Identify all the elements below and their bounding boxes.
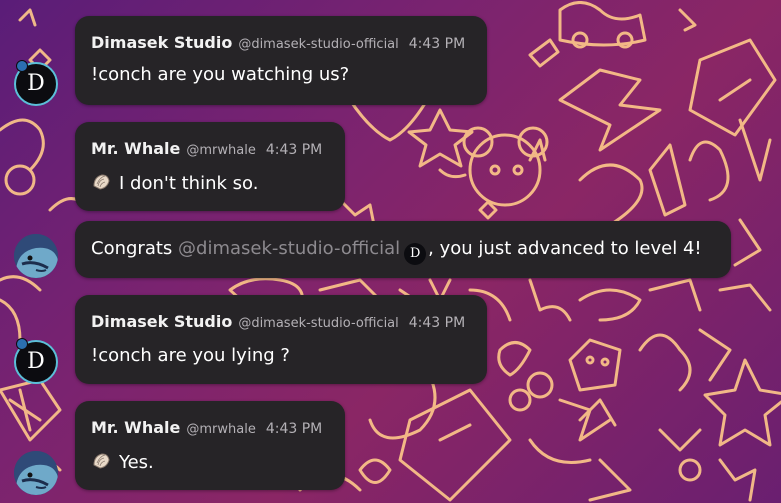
author-name[interactable]: Dimasek Studio [91,33,232,52]
avatar[interactable] [14,234,58,278]
author-handle: @dimasek-studio-official [238,316,399,331]
author-name[interactable]: Mr. Whale [91,418,180,437]
message-text-row: I don't think so. [91,172,258,195]
whale-avatar-icon [14,451,58,495]
message-header: Mr. Whale @mrwhale 4:43 PM [91,141,322,159]
author-handle: @dimasek-studio-official [238,37,399,52]
author-name[interactable]: Mr. Whale [91,139,180,158]
author-handle: @mrwhale [186,422,256,437]
status-badge [16,60,28,72]
mention-avatar: D [404,243,427,265]
message-bubble[interactable]: Dimasek Studio @dimasek-studio-official 4:… [75,16,487,105]
message-header: Mr. Whale @mrwhale 4:43 PM [91,420,322,438]
timestamp: 4:43 PM [408,315,466,331]
message-text: Congrats [91,238,179,259]
message-text: Yes. [119,452,154,473]
message-header: Dimasek Studio @dimasek-studio-official 4:… [91,35,465,53]
message-bubble[interactable]: Mr. Whale @mrwhale 4:43 PM Yes. [75,401,345,490]
message-text: , you just advanced to level 4! [428,238,702,259]
avatar[interactable] [14,451,58,495]
message-text-row: Yes. [91,451,154,474]
message-text: !conch are you watching us? [91,64,350,85]
timestamp: 4:43 PM [265,142,323,158]
conch-shell-icon [93,453,110,469]
message-text: I don't think so. [119,173,259,194]
level-up-message[interactable]: Congrats @dimasek-studio-official D, you … [75,221,731,278]
timestamp: 4:43 PM [265,421,323,437]
message-bubble[interactable]: Mr. Whale @mrwhale 4:43 PM I don't think s… [75,122,345,211]
level-up-text: Congrats @dimasek-studio-official D, you … [91,238,702,265]
conch-shell-icon [93,174,110,190]
message-text: !conch are you lying ? [91,345,290,366]
status-badge [16,338,28,350]
message-header: Dimasek Studio @dimasek-studio-official 4:… [91,314,465,332]
timestamp: 4:43 PM [408,36,466,52]
author-handle: @mrwhale [186,143,256,158]
whale-avatar-icon [14,234,58,278]
author-name[interactable]: Dimasek Studio [91,312,232,331]
message-bubble[interactable]: Dimasek Studio @dimasek-studio-official 4:… [75,295,487,384]
user-mention[interactable]: @dimasek-studio-official [178,238,400,259]
